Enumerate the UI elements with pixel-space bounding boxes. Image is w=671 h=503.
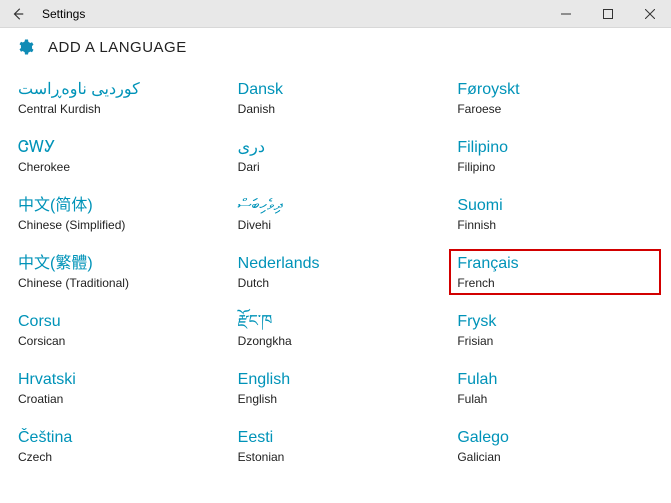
language-english-name: Czech — [18, 450, 214, 464]
language-item-dutch[interactable]: Nederlands Dutch — [238, 254, 434, 290]
language-english-name: Dari — [238, 160, 434, 174]
language-english-name: Divehi — [238, 218, 434, 232]
language-native-name: Dansk — [238, 80, 434, 100]
language-native-name: Galego — [457, 428, 653, 448]
window-title: Settings — [42, 7, 545, 21]
page-header: ADD A LANGUAGE — [0, 28, 671, 70]
language-english-name: Dutch — [238, 276, 434, 290]
language-english-name: Chinese (Simplified) — [18, 218, 214, 232]
close-icon — [645, 9, 655, 19]
minimize-button[interactable] — [545, 0, 587, 28]
language-item-faroese[interactable]: Føroyskt Faroese — [457, 80, 653, 116]
language-item-english[interactable]: English English — [238, 370, 434, 406]
language-item-chinese-simplified-[interactable]: 中文(简体) Chinese (Simplified) — [18, 196, 214, 232]
page-title: ADD A LANGUAGE — [48, 39, 187, 56]
language-item-corsican[interactable]: Corsu Corsican — [18, 312, 214, 348]
language-english-name: Corsican — [18, 334, 214, 348]
language-english-name: Estonian — [238, 450, 434, 464]
language-native-name: Filipino — [457, 138, 653, 158]
language-item-chinese-traditional-[interactable]: 中文(繁體) Chinese (Traditional) — [18, 254, 214, 290]
titlebar: Settings — [0, 0, 671, 28]
language-native-name: རྫོང་ཁ — [238, 312, 434, 332]
arrow-left-icon — [11, 7, 25, 21]
language-native-name: درى — [238, 138, 434, 158]
language-english-name: English — [238, 392, 434, 406]
language-english-name: Fulah — [457, 392, 653, 406]
language-english-name: Finnish — [457, 218, 653, 232]
maximize-icon — [603, 9, 613, 19]
language-native-name: Français — [457, 254, 653, 274]
language-native-name: Hrvatski — [18, 370, 214, 390]
language-english-name: French — [457, 276, 653, 290]
language-item-croatian[interactable]: Hrvatski Croatian — [18, 370, 214, 406]
language-native-name: Corsu — [18, 312, 214, 332]
language-native-name: English — [238, 370, 434, 390]
language-item-estonian[interactable]: Eesti Estonian — [238, 428, 434, 464]
language-english-name: Central Kurdish — [18, 102, 214, 116]
language-native-name: Suomi — [457, 196, 653, 216]
close-button[interactable] — [629, 0, 671, 28]
language-item-dari[interactable]: درى Dari — [238, 138, 434, 174]
language-item-filipino[interactable]: Filipino Filipino — [457, 138, 653, 174]
language-native-name: Føroyskt — [457, 80, 653, 100]
back-button[interactable] — [0, 0, 36, 28]
language-item-central-kurdish[interactable]: کوردیی ناوەڕاست Central Kurdish — [18, 80, 214, 116]
language-item-divehi[interactable]: ދިވެހިބަސް Divehi — [238, 196, 434, 232]
language-native-name: 中文(简体) — [18, 196, 214, 216]
language-native-name: 中文(繁體) — [18, 254, 214, 274]
language-english-name: Galician — [457, 450, 653, 464]
language-item-dzongkha[interactable]: རྫོང་ཁ Dzongkha — [238, 312, 434, 348]
language-item-frisian[interactable]: Frysk Frisian — [457, 312, 653, 348]
language-native-name: ދިވެހިބަސް — [238, 196, 434, 216]
language-english-name: Dzongkha — [238, 334, 434, 348]
language-native-name: کوردیی ناوەڕاست — [18, 80, 214, 100]
language-item-galician[interactable]: Galego Galician — [457, 428, 653, 464]
language-english-name: Faroese — [457, 102, 653, 116]
language-native-name: Fulah — [457, 370, 653, 390]
window-controls — [545, 0, 671, 28]
language-grid: کوردیی ناوەڕاست Central Kurdish Dansk Danis… — [0, 70, 671, 482]
language-native-name: Eesti — [238, 428, 434, 448]
minimize-icon — [561, 9, 571, 19]
gear-icon — [16, 38, 34, 56]
language-english-name: Frisian — [457, 334, 653, 348]
maximize-button[interactable] — [587, 0, 629, 28]
language-native-name: Frysk — [457, 312, 653, 332]
language-native-name: Čeština — [18, 428, 214, 448]
language-item-cherokee[interactable]: ᏣᎳᎩ Cherokee — [18, 138, 214, 174]
language-item-finnish[interactable]: Suomi Finnish — [457, 196, 653, 232]
language-item-fulah[interactable]: Fulah Fulah — [457, 370, 653, 406]
language-english-name: Chinese (Traditional) — [18, 276, 214, 290]
language-native-name: Nederlands — [238, 254, 434, 274]
language-native-name: ᏣᎳᎩ — [18, 138, 214, 158]
language-english-name: Filipino — [457, 160, 653, 174]
language-item-danish[interactable]: Dansk Danish — [238, 80, 434, 116]
language-item-czech[interactable]: Čeština Czech — [18, 428, 214, 464]
language-english-name: Danish — [238, 102, 434, 116]
language-english-name: Croatian — [18, 392, 214, 406]
language-item-french[interactable]: Français French — [449, 249, 661, 295]
language-english-name: Cherokee — [18, 160, 214, 174]
